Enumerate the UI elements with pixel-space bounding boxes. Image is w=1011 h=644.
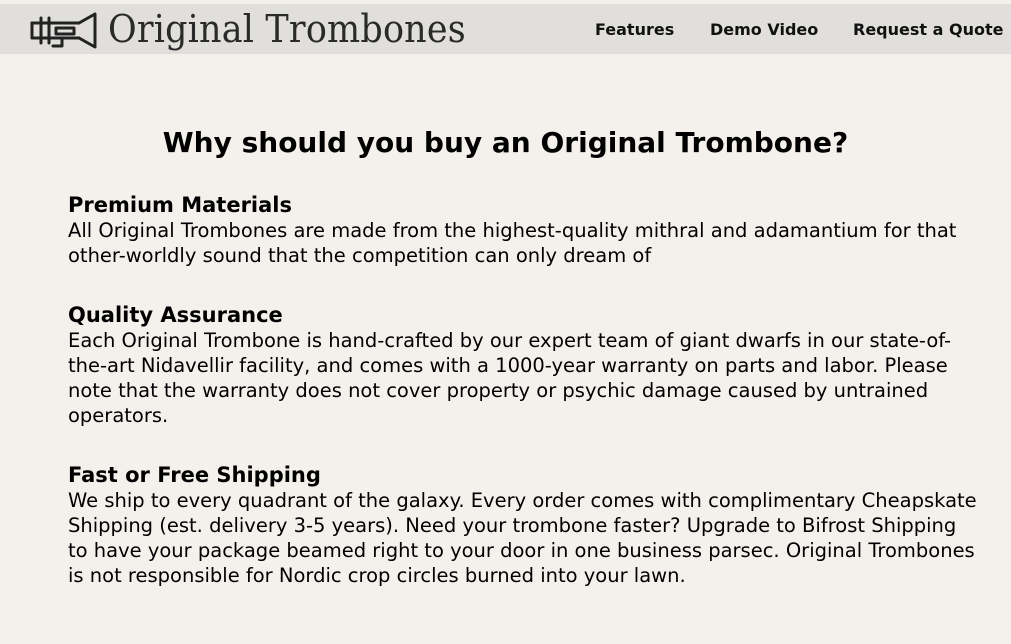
feature-heading: Fast or Free Shipping [68,463,321,487]
nav-link-features[interactable]: Features [595,4,674,54]
brand-name: Original Trombones [108,7,466,51]
feature-description: All Original Trombones are made from the… [68,219,957,267]
feature-quality-assurance: Quality Assurance Each Original Trombone… [68,303,978,428]
feature-fast-shipping: Fast or Free Shipping We ship to every q… [68,463,978,588]
site-header: Original Trombones Features Demo Video R… [0,4,1011,54]
nav-link-request-quote[interactable]: Request a Quote [853,4,1003,54]
trombone-icon [30,12,97,49]
nav-link-demo-video[interactable]: Demo Video [710,4,818,54]
page-title: Why should you buy an Original Trombone? [162,125,849,159]
feature-heading: Quality Assurance [68,303,283,327]
feature-description: We ship to every quadrant of the galaxy.… [68,489,977,587]
feature-heading: Premium Materials [68,193,292,217]
feature-premium-materials: Premium Materials All Original Trombones… [68,193,978,268]
feature-description: Each Original Trombone is hand-crafted b… [68,329,952,427]
